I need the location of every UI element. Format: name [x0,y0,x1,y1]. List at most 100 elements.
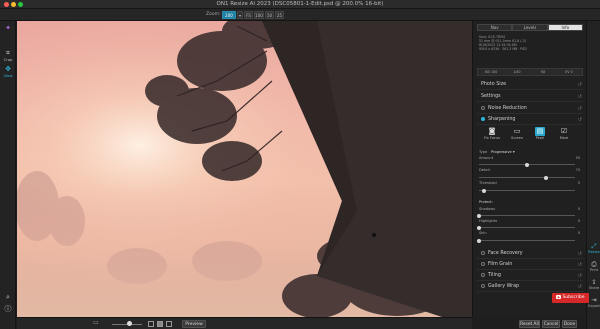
preset-label: More [559,136,569,140]
threshold-slider-handle[interactable] [481,188,486,193]
zoom-dropdown-button[interactable]: ▾ [237,11,243,19]
zoom-25-button[interactable]: 25 [275,11,284,19]
zoom-label: Zoom: [206,12,221,17]
photo-canvas[interactable] [17,21,472,317]
preset-pearl[interactable]: ▤ Pearl [531,127,549,141]
help-icon: ⓘ [4,305,12,313]
side-by-side-icon[interactable] [166,321,172,327]
amount-label: Amount [479,156,494,160]
section-tiling[interactable]: Tiling ↺ [477,271,583,281]
type-label: Type [479,150,488,154]
subscribe-button[interactable]: ▶ Subscribe [552,293,589,303]
view-tool[interactable]: ✥ View [1,65,15,78]
zoom-50-button[interactable]: 50 [265,11,274,19]
shadows-value[interactable]: 0 [578,207,580,212]
section-noise-reduction-label: Noise Reduction [488,106,527,111]
reset-icon[interactable]: ↺ [578,260,582,270]
threshold-value[interactable]: 5 [578,181,580,186]
reset-icon[interactable]: ↺ [578,92,582,102]
done-button[interactable]: Done [562,320,577,328]
type-select[interactable]: Progressive ▾ [491,150,515,155]
toggle-icon[interactable] [481,283,485,288]
highlights-slider[interactable] [477,225,575,230]
split-view-icon[interactable] [157,321,163,327]
subscribe-label: Subscribe [562,295,585,300]
compare-icon[interactable] [148,321,154,327]
left-toolbar: ✦ ⌗ Crop ✥ View ⌕ ⓘ [0,21,16,329]
view-icon: ✥ [5,65,11,73]
tab-info[interactable]: Info [547,24,583,31]
toggle-icon[interactable] [481,116,485,121]
camera-icon: ◙ [488,127,496,135]
skin-value[interactable]: 0 [578,231,580,236]
reset-all-button[interactable]: Reset All [519,320,540,328]
section-face-recovery-label: Face Recovery [488,251,523,256]
zoom-100-button[interactable]: 100 [254,11,264,19]
zoom-out-icon[interactable]: ▭ [93,319,99,326]
exposure-stats: ISO 100 1/40 f/8 EV 0 [477,68,583,76]
detail-value[interactable]: 70 [576,168,580,173]
help-button[interactable]: ⓘ [1,305,15,313]
skin-label: Skin [479,231,487,235]
reset-icon[interactable]: ↺ [578,271,582,281]
print-icon: ⎙ [591,260,597,268]
toggle-icon[interactable] [481,250,485,255]
amount-slider-handle[interactable] [525,162,529,167]
toggle-icon[interactable] [481,272,485,277]
skin-slider-handle[interactable] [477,238,481,243]
preset-label: Fix Focus [484,136,500,140]
section-photo-size[interactable]: Photo Size ↺ [477,80,583,90]
crop-tool[interactable]: ⌗ Crop [1,49,15,62]
module-share[interactable]: ⇪ Share [587,278,600,291]
toggle-icon[interactable] [481,105,485,110]
amount-value[interactable]: 50 [576,156,580,161]
reset-icon[interactable]: ↺ [578,104,582,114]
zoom-value-field[interactable]: 200 [222,11,236,19]
reset-icon[interactable]: ↺ [578,80,582,90]
threshold-slider[interactable] [479,188,575,193]
reset-icon[interactable]: ↺ [578,249,582,259]
detail-slider[interactable] [479,175,575,180]
crop-icon: ⌗ [6,49,10,57]
zoom-slider-handle[interactable] [127,321,132,326]
module-print[interactable]: ⎙ Print [587,260,600,273]
highlights-value[interactable]: 0 [578,219,580,224]
preset-label: Pearl [535,136,545,140]
reset-icon[interactable]: ↺ [578,282,582,292]
zoom-fs-button[interactable]: FS [244,11,253,19]
magnifier-icon: ⌕ [6,293,10,301]
preset-more[interactable]: ☑ More [555,127,573,141]
highlights-slider-handle[interactable] [477,225,481,230]
shadows-label: Shadows [479,207,496,211]
shadows-slider-handle[interactable] [477,213,481,218]
section-film-grain[interactable]: Film Grain ↺ [477,260,583,270]
toggle-icon[interactable] [481,261,485,266]
printer-icon: ▤ [535,127,545,136]
section-gallery-wrap-label: Gallery Wrap [488,284,520,289]
tab-levels[interactable]: Levels [512,24,548,31]
panel-tabs: Nav Levels Info [477,24,583,31]
preset-screen[interactable]: ▭ Screen [508,127,526,141]
module-bar: ⤢ Resize ⎙ Print ⇪ Share ⇥ Export [586,21,600,329]
amount-slider[interactable] [479,162,575,167]
module-resize[interactable]: ⤢ Resize [587,243,600,255]
preset-fix-focus[interactable]: ◙ Fix Focus [483,127,501,141]
section-sharpening[interactable]: Sharpening ↺ [477,115,583,125]
play-icon: ▶ [556,295,562,299]
share-icon: ⇪ [591,278,597,286]
cancel-button[interactable]: Cancel [542,320,560,328]
shadows-slider[interactable] [477,213,575,218]
preview-button[interactable]: Preview [182,320,206,328]
tab-nav[interactable]: Nav [477,24,513,31]
section-gallery-wrap[interactable]: Gallery Wrap ↺ [477,282,583,292]
skin-slider[interactable] [477,238,575,243]
section-noise-reduction[interactable]: Noise Reduction ↺ [477,104,583,114]
reset-icon[interactable]: ↺ [578,115,582,125]
title-bar: ON1 Resize AI 2023 (DSC05801-1-Edit.psd … [0,0,600,9]
detail-slider-handle[interactable] [544,175,549,180]
stat-iso: ISO 100 [484,70,498,74]
section-settings[interactable]: Settings ↺ [477,92,583,102]
section-face-recovery[interactable]: Face Recovery ↺ [477,249,583,259]
stat-ev: EV 0 [565,70,573,74]
zoom-tool[interactable]: ⌕ [1,293,15,301]
